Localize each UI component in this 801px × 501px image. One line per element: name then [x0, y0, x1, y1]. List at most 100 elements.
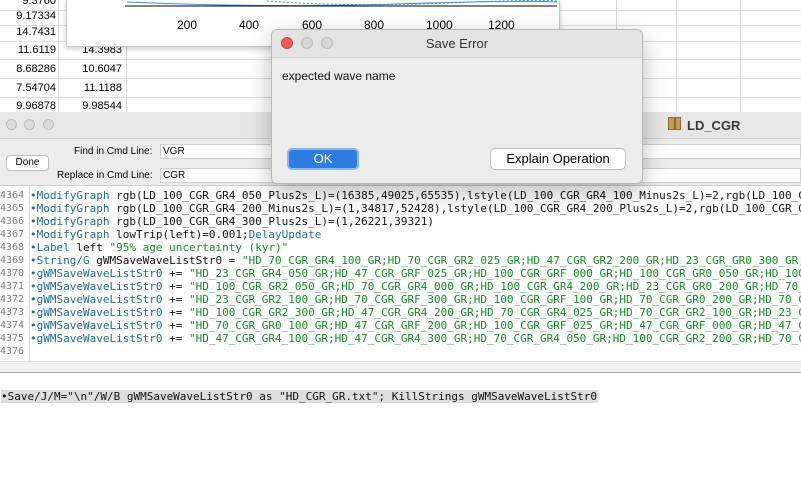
table-cell[interactable]: 9.96878 [0, 100, 56, 112]
dialog-titlebar[interactable]: Save Error [272, 30, 642, 58]
command-keyword: •ModifyGraph [30, 202, 110, 215]
table-column-divider [58, 0, 59, 112]
history-command-text: •gWMSaveWaveListStr0 += "HD_23_CGR_GR4_0… [30, 267, 801, 280]
package-icon [668, 117, 681, 130]
command-keyword: •String/G [30, 254, 90, 267]
command-keyword: •gWMSaveWaveListStr0 [30, 332, 163, 345]
minimize-window-button[interactable] [24, 119, 35, 130]
string-literal: "95% age uncertainty (kyr)" [109, 241, 289, 254]
line-number: 4375 [0, 333, 25, 344]
history-command-text: •gWMSaveWaveListStr0 += "HD_47_CGR_GR4_1… [30, 332, 801, 345]
command-arguments: gWMSaveWaveListStr0 = [89, 254, 242, 267]
history-line[interactable]: 4365 •ModifyGraph rgb(LD_100_CGR_GR4_200_… [0, 202, 801, 215]
command-keyword: •gWMSaveWaveListStr0 [30, 319, 163, 332]
history-command-text: •ModifyGraph rgb(LD_100_CGR_GR4_200_Minu… [30, 202, 801, 215]
table-cell[interactable]: 9.98544 [60, 100, 122, 112]
command-keyword: •ModifyGraph [30, 215, 110, 228]
command-keyword: •ModifyGraph [30, 189, 110, 202]
command-keyword: •gWMSaveWaveListStr0 [30, 280, 163, 293]
command-keyword: DelayUpdate [248, 228, 322, 241]
command-keyword: •gWMSaveWaveListStr0 [30, 267, 163, 280]
history-line[interactable]: 4368 •Label left "95% age uncertainty (ky… [0, 241, 801, 254]
history-line[interactable]: 4373 •gWMSaveWaveListStr0 += "HD_100_CGR_… [0, 306, 801, 319]
history-line[interactable]: 4375 •gWMSaveWaveListStr0 += "HD_47_CGR_G… [0, 332, 801, 345]
command-arguments: left [69, 241, 110, 254]
table-cell[interactable]: 11.6119 [0, 44, 56, 56]
find-label: Find in Cmd Line: [74, 146, 153, 157]
table-cell[interactable]: 9.17334 [0, 10, 56, 22]
table-column-divider [676, 0, 677, 112]
command-line-input[interactable]: •Save/J/M="\n"/W/B gWMSaveWaveListStr0 a… [1, 390, 599, 403]
dialog-message: expected wave name [282, 69, 396, 83]
command-arguments: rgb(LD_100_CGR_GR4_200_Minus2s_L)=(1,348… [116, 202, 801, 215]
table-cell[interactable]: 10.6047 [60, 63, 122, 75]
history-line[interactable]: 4364 •ModifyGraph rgb(LD_100_CGR_GR4_050_… [0, 189, 801, 202]
close-window-button[interactable] [6, 119, 17, 130]
line-number: 4372 [0, 294, 25, 305]
table-cell[interactable]: 14.7431 [0, 26, 56, 38]
command-arguments: += [162, 293, 189, 306]
command-keyword: •ModifyGraph [30, 228, 110, 241]
command-keyword: •gWMSaveWaveListStr0 [30, 293, 163, 306]
history-line[interactable]: 4370 •gWMSaveWaveListStr0 += "HD_23_CGR_G… [0, 267, 801, 280]
done-button[interactable]: Done [6, 155, 49, 171]
string-literal: "HD_23_CGR_GR4_050_GR;HD_47_CGR_GRF_025_… [188, 267, 801, 280]
history-command-text: •String/G gWMSaveWaveListStr0 = "HD_70_C… [30, 254, 801, 267]
command-arguments: += [162, 319, 189, 332]
table-cell[interactable]: 11.1188 [60, 82, 122, 94]
string-literal: "HD_70_CGR_GR4_100_GR;HD_70_CGR_GR2_025_… [241, 254, 801, 267]
command-arguments: += [162, 306, 189, 319]
line-number: 4370 [0, 268, 25, 279]
history-line[interactable]: 4369 •String/G gWMSaveWaveListStr0 = "HD_… [0, 254, 801, 267]
line-number: 4364 [0, 190, 25, 201]
graph-trace [126, 0, 558, 7]
string-literal: "HD_70_CGR_GR0_100_GR;HD_47_CGR_GRF_200_… [188, 319, 801, 332]
line-number: 4367 [0, 229, 25, 240]
history-line[interactable]: 4376 [0, 345, 801, 358]
command-arguments: lowTrip(left)=0.001; [109, 228, 249, 241]
table-column-divider [740, 0, 741, 112]
command-arguments: += [162, 280, 189, 293]
line-number: 4373 [0, 307, 25, 318]
history-command-text: •gWMSaveWaveListStr0 += "HD_100_CGR_GR2_… [30, 280, 801, 293]
command-history[interactable]: 4364 •ModifyGraph rgb(LD_100_CGR_GR4_050_… [0, 185, 801, 362]
history-command-text: •Label left "95% age uncertainty (kyr)" [30, 241, 288, 254]
command-arguments: rgb(LD_100_CGR_GR4_300_Plus2s_L)=(1,2622… [109, 215, 434, 228]
explain-operation-button[interactable]: Explain Operation [490, 148, 626, 170]
history-command-text: •gWMSaveWaveListStr0 += "HD_70_CGR_GR0_1… [30, 319, 801, 332]
history-line[interactable]: 4366 •ModifyGraph rgb(LD_100_CGR_GR4_300_… [0, 215, 801, 228]
command-keyword: •Label [30, 241, 70, 254]
line-number: 4376 [0, 346, 25, 357]
window-title: LD_CGR [687, 118, 741, 133]
line-number: 4369 [0, 255, 25, 266]
history-line[interactable]: 4372 •gWMSaveWaveListStr0 += "HD_23_CGR_G… [0, 293, 801, 306]
line-number: 4368 [0, 242, 25, 253]
history-line[interactable]: 4374 •gWMSaveWaveListStr0 += "HD_70_CGR_G… [0, 319, 801, 332]
zoom-window-button[interactable] [43, 119, 54, 130]
line-number: 4366 [0, 216, 25, 227]
save-error-dialog: Save Error expected wave name OK Explain… [271, 29, 643, 184]
history-command-text: •ModifyGraph lowTrip(left)=0.001;DelayUp… [30, 228, 321, 241]
string-literal: "HD_47_CGR_GR4_100_GR;HD_47_CGR_GR4_300_… [188, 332, 801, 345]
table-cell[interactable]: 9.3760 [0, 0, 56, 7]
ok-button[interactable]: OK [287, 148, 359, 170]
line-number: 4365 [0, 203, 25, 214]
dialog-title: Save Error [425, 36, 489, 51]
string-literal: "HD_23_CGR_GR2_100_GR;HD_70_CGR_GRF_300_… [188, 293, 801, 306]
command-arguments: += [162, 332, 189, 345]
history-line[interactable]: 4371 •gWMSaveWaveListStr0 += "HD_100_CGR_… [0, 280, 801, 293]
string-literal: "HD_100_CGR_GR2_300_GR;HD_47_CGR_GR4_200… [188, 306, 801, 319]
command-line-area[interactable]: •Save/J/M="\n"/W/B gWMSaveWaveListStr0 a… [0, 372, 801, 501]
command-arguments: += [162, 267, 189, 280]
table-cell[interactable]: 8.68286 [0, 63, 56, 75]
line-number: 4371 [0, 281, 25, 292]
table-cell[interactable]: 7.54704 [0, 82, 56, 94]
history-command-text: •gWMSaveWaveListStr0 += "HD_100_CGR_GR2_… [30, 306, 801, 319]
x-tick-label: 400 [239, 18, 260, 32]
x-tick-label: 200 [177, 18, 198, 32]
command-keyword: •gWMSaveWaveListStr0 [30, 306, 163, 319]
replace-label: Replace in Cmd Line: [57, 170, 153, 181]
history-command-text: •ModifyGraph rgb(LD_100_CGR_GR4_300_Plus… [30, 215, 434, 228]
string-literal: "HD_100_CGR_GR2_050_GR;HD_70_CGR_GR4_000… [188, 280, 801, 293]
history-line[interactable]: 4367 •ModifyGraph lowTrip(left)=0.001;Del… [0, 228, 801, 241]
